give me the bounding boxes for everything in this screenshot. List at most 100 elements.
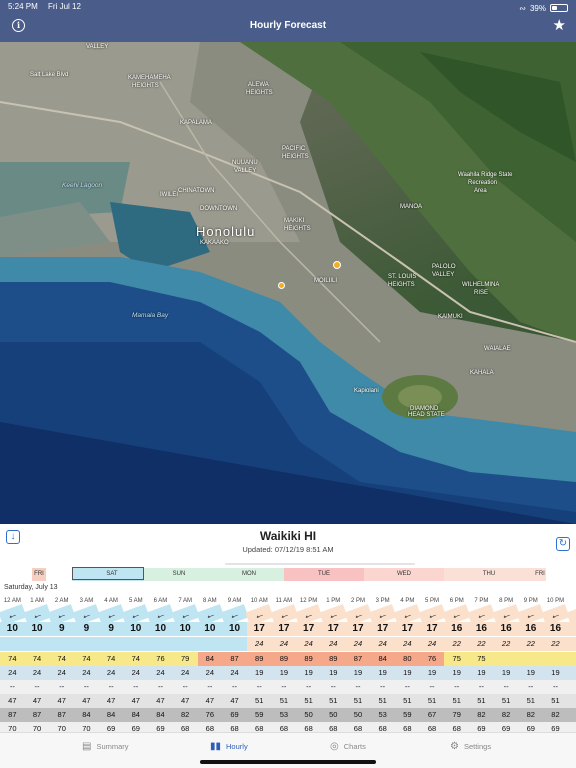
map-label: Honolulu bbox=[196, 224, 256, 239]
day-segment[interactable]: SUN bbox=[144, 568, 214, 581]
wind-speed-cell: 16 bbox=[518, 622, 544, 636]
data-d-cell: 79 bbox=[444, 708, 470, 722]
wind-gust-cell: 24 bbox=[271, 637, 297, 651]
temperature-cell: 80 bbox=[395, 652, 420, 666]
data-a-cell: 19 bbox=[469, 666, 494, 680]
map-label: Mamala Bay bbox=[132, 312, 169, 319]
data-b-cell: -- bbox=[123, 680, 149, 694]
data-d-cell: 59 bbox=[246, 708, 272, 722]
wind-gust-cell: 24 bbox=[296, 637, 321, 651]
tab-charts[interactable]: ◎ Charts bbox=[330, 739, 366, 753]
map-label: HEIGHTS bbox=[388, 282, 415, 288]
satellite-map[interactable]: VALLEY Salt Lake Blvd KAMEHAMEHA HEIGHTS ALE… bbox=[0, 42, 576, 524]
day-segment[interactable]: TUE bbox=[284, 568, 364, 581]
summary-icon: ▤ bbox=[82, 740, 92, 752]
data-c-cell: 47 bbox=[24, 694, 50, 708]
tab-summary[interactable]: ▤ Summary bbox=[82, 739, 129, 753]
wind-speed-cell: 17 bbox=[345, 622, 371, 636]
data-d-cell: 53 bbox=[271, 708, 297, 722]
wind-gust-cell: 22 bbox=[469, 637, 494, 651]
data-d-cell: 67 bbox=[419, 708, 445, 722]
data-d-cell: 50 bbox=[296, 708, 321, 722]
tab-hourly[interactable]: ▮▮ Hourly bbox=[210, 739, 248, 753]
day-label: THU bbox=[482, 571, 496, 577]
data-b-cell: -- bbox=[222, 680, 247, 694]
temperature-cell: 89 bbox=[246, 652, 272, 666]
data-c-cell: 47 bbox=[74, 694, 99, 708]
map-poi-pin[interactable] bbox=[278, 282, 285, 289]
wind-speed-cell: 16 bbox=[444, 622, 470, 636]
day-label: MON bbox=[242, 571, 256, 577]
map-label: MAKIKI bbox=[284, 218, 305, 224]
temperature-cell bbox=[543, 652, 568, 666]
wind-gust-cell: 22 bbox=[543, 637, 568, 651]
map-label: KAHALA bbox=[470, 370, 494, 376]
data-b-cell: -- bbox=[395, 680, 420, 694]
data-b-cell: -- bbox=[49, 680, 75, 694]
data-a-cell: 24 bbox=[49, 666, 75, 680]
temperature-cell: 76 bbox=[419, 652, 445, 666]
data-a-cell: 19 bbox=[419, 666, 445, 680]
refresh-icon[interactable]: ↻ bbox=[556, 537, 570, 551]
temperature-cell: 74 bbox=[98, 652, 124, 666]
data-a-cell: 24 bbox=[24, 666, 50, 680]
day-label: TUE bbox=[318, 571, 330, 577]
data-d-cell: 84 bbox=[148, 708, 173, 722]
day-selector[interactable]: FRI SAT SUN MON TUE WED THU FRI bbox=[32, 566, 546, 582]
wind-gust-cell: 24 bbox=[370, 637, 395, 651]
wind-gust-cell: 22 bbox=[493, 637, 519, 651]
wind-speed-cell: 17 bbox=[271, 622, 297, 636]
wind-gust-cell: 24 bbox=[246, 637, 272, 651]
data-c-cell: 47 bbox=[98, 694, 124, 708]
status-date: Fri Jul 12 bbox=[48, 2, 81, 11]
data-d-cell: 84 bbox=[98, 708, 124, 722]
data-d-cell: 76 bbox=[197, 708, 223, 722]
data-b-cell: -- bbox=[246, 680, 272, 694]
map-label: ST. LOUIS bbox=[388, 274, 417, 280]
wind-gust-cell: 24 bbox=[419, 637, 445, 651]
map-label: NUUANU bbox=[232, 160, 258, 166]
data-a-cell: 19 bbox=[567, 666, 576, 680]
map-label: ALEWA bbox=[248, 82, 269, 88]
data-a-cell: 24 bbox=[197, 666, 223, 680]
location-pin[interactable] bbox=[333, 261, 341, 269]
data-a-cell: 19 bbox=[246, 666, 272, 680]
map-label: RISE bbox=[474, 290, 489, 296]
gear-icon: ⚙ bbox=[450, 740, 459, 752]
data-c-cell: 51 bbox=[320, 694, 346, 708]
wind-gust-cell bbox=[197, 637, 223, 651]
map-label: WAIALAE bbox=[484, 346, 511, 352]
date-label: Saturday, July 13 bbox=[4, 584, 58, 591]
temperature-cell: 74 bbox=[49, 652, 75, 666]
wind-gust-cell: 22 bbox=[518, 637, 544, 651]
temperature-cell: 74 bbox=[74, 652, 99, 666]
day-segment[interactable]: WED bbox=[364, 568, 444, 581]
data-row-c: 47 47 47 47 47 47 47 47 47 47 51 51 51 51 51 51 51 51 51 51… bbox=[0, 694, 576, 708]
data-c-cell: 51 bbox=[395, 694, 420, 708]
day-segment[interactable]: MON bbox=[214, 568, 284, 581]
wifi-icon: ∾ bbox=[519, 3, 526, 13]
temperature-cell bbox=[567, 652, 576, 666]
wind-speed-cell: 17 bbox=[419, 622, 445, 636]
map-label: WILHELMINA bbox=[462, 282, 500, 288]
map-label: Salt Lake Blvd bbox=[30, 72, 69, 78]
wind-speed-cell: 17 bbox=[370, 622, 395, 636]
wind-gust-cell bbox=[49, 637, 75, 651]
favorite-star-icon[interactable]: ★ bbox=[553, 16, 566, 34]
data-a-cell: 24 bbox=[172, 666, 198, 680]
day-segment[interactable]: FRI bbox=[534, 568, 546, 581]
data-a-cell: 19 bbox=[493, 666, 519, 680]
tab-settings[interactable]: ⚙ Settings bbox=[450, 739, 491, 753]
data-row-b: -- -- -- -- -- -- -- -- -- -- -- -- -- -- -- -- -- -- -- --… bbox=[0, 680, 576, 694]
wind-speed-cell: 16 bbox=[543, 622, 568, 636]
data-d-cell: 82 bbox=[469, 708, 494, 722]
temperature-cell: 75 bbox=[469, 652, 494, 666]
data-c-cell: 51 bbox=[271, 694, 297, 708]
drag-handle[interactable] bbox=[225, 563, 415, 565]
tab-charts-label: Charts bbox=[343, 741, 366, 751]
page-title: Hourly Forecast bbox=[249, 20, 327, 31]
day-segment[interactable]: FRI bbox=[32, 568, 46, 581]
day-segment[interactable]: THU bbox=[444, 568, 534, 581]
data-b-cell: -- bbox=[0, 680, 25, 694]
map-label: Recreation bbox=[468, 180, 498, 186]
